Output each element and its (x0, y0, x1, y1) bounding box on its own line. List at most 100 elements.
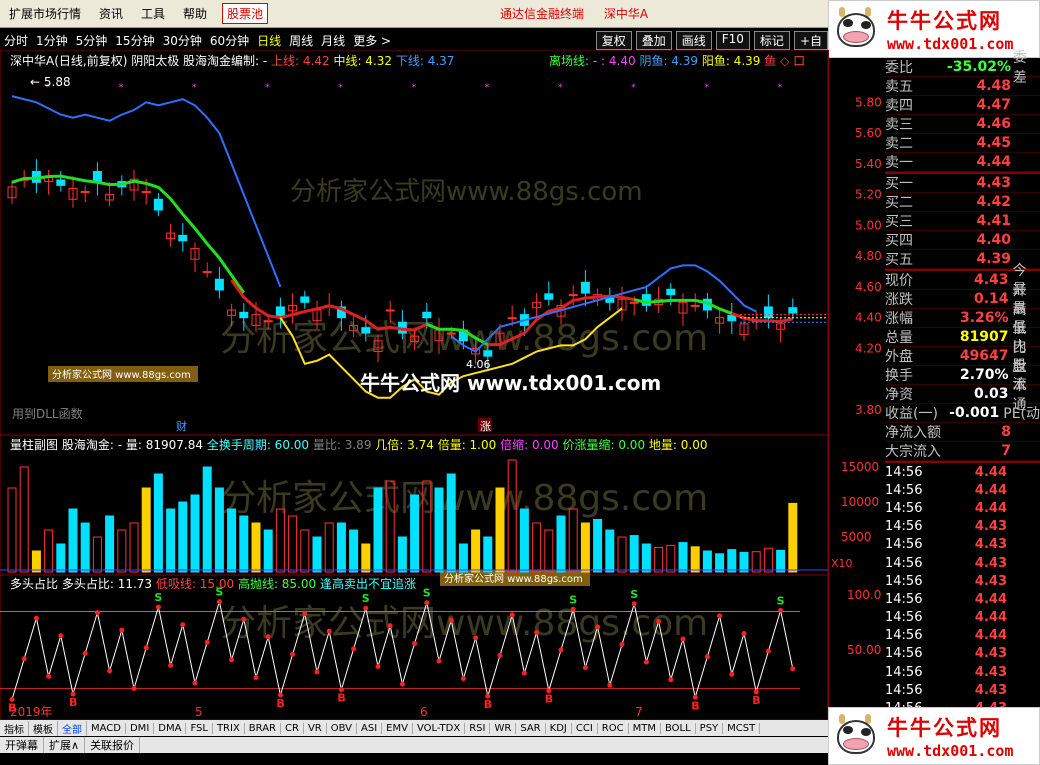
indicator-tab-4[interactable]: DMI (126, 722, 155, 734)
toolbar-button-5[interactable]: +自 (793, 30, 828, 50)
period-tab-2[interactable]: 5分钟 (72, 32, 112, 49)
indicator-tab-22[interactable]: BOLL (661, 722, 696, 734)
indicator-tab-10[interactable]: VR (304, 722, 327, 734)
volume-bar (44, 529, 54, 573)
trade-time: 14:56 (885, 646, 923, 662)
trade-price: 4.44 (974, 464, 1007, 480)
period-tab-8[interactable]: 月线 (317, 32, 349, 49)
indicator-tab-18[interactable]: KDJ (546, 722, 572, 734)
sell-marker: S (569, 593, 577, 606)
candle-body (629, 301, 639, 304)
stock-pool-button[interactable]: 股票池 (222, 3, 269, 24)
trade-row: 14:56 4.44 (885, 609, 1040, 627)
trade-row: 14:56 4.43 (885, 518, 1040, 536)
indicator-tab-14[interactable]: VOL-TDX (413, 722, 466, 734)
sell-marker: S (154, 591, 162, 604)
legend-middle: 中线: 4.32 (333, 54, 393, 68)
volume-bar (763, 547, 773, 573)
toolbar-button-0[interactable]: 复权 (595, 30, 632, 50)
legend-fish: 鱼 ◇ 口 (764, 54, 806, 68)
indicator-tab-16[interactable]: WR (490, 722, 517, 734)
watermark-text: 分析家公式网www.88gs.com (290, 177, 643, 207)
period-tab-1[interactable]: 1分钟 (32, 32, 72, 49)
indicator-tab-1[interactable]: 模板 (29, 720, 58, 736)
period-tab-0[interactable]: 分时 (0, 32, 32, 49)
osc-point (387, 623, 393, 629)
indicator-tab-24[interactable]: MCST (723, 722, 761, 734)
indicator-tab-8[interactable]: BRAR (245, 722, 281, 734)
menu-item-news[interactable]: 资讯 (90, 5, 132, 22)
volume-bar (202, 466, 212, 573)
osc-point (729, 671, 735, 677)
candle-body (568, 294, 578, 297)
menu-item-help[interactable]: 帮助 (174, 5, 216, 22)
indicator-tab-19[interactable]: CCI (572, 722, 598, 734)
volume-bar (141, 487, 151, 573)
indicator-tab-13[interactable]: EMV (382, 722, 413, 734)
indicator-tab-5[interactable]: DMA (154, 722, 187, 734)
menu-item-tools[interactable]: 工具 (132, 5, 174, 22)
osc-point (351, 646, 357, 652)
indicator-tab-12[interactable]: ASI (357, 722, 383, 734)
period-tab-4[interactable]: 30分钟 (159, 32, 206, 49)
candle-body (544, 293, 554, 300)
indicator-tab-6[interactable]: FSL (186, 722, 213, 734)
candle-body (56, 179, 66, 186)
bottom-tab-1[interactable]: 扩展∧ (44, 737, 86, 753)
indicator-tab-11[interactable]: OBV (327, 722, 357, 734)
indicator-tab-3[interactable]: MACD (87, 722, 126, 734)
indicator-tab-15[interactable]: RSI (465, 722, 491, 734)
period-tab-9[interactable]: 更多 > (349, 32, 395, 49)
volume-bar (56, 543, 66, 573)
indicator-tab-2[interactable]: 全部 (58, 720, 87, 736)
indicator-tab-7[interactable]: TRIX (213, 722, 245, 734)
legend-upper: 上线: 4.42 (271, 54, 330, 68)
bottom-tab-2[interactable]: 关联报价 (85, 737, 141, 753)
period-tab-5[interactable]: 60分钟 (206, 32, 253, 49)
trade-price: 4.43 (974, 537, 1007, 553)
toolbar-button-2[interactable]: 画线 (675, 30, 712, 50)
osc-point (399, 681, 405, 687)
volume-bar (593, 519, 603, 573)
indicator-tab-9[interactable]: CR (281, 722, 304, 734)
volume-bar (446, 473, 456, 573)
ask-row-5-label: 卖五 (885, 79, 913, 95)
candle-body (214, 278, 224, 291)
volume-bar (105, 515, 115, 573)
vol-jiazhang: 价涨量缩: 0.00 (562, 438, 646, 452)
osc-point (94, 610, 100, 616)
indicator-tab-23[interactable]: PSY (696, 722, 724, 734)
chart-area[interactable]: 分析家公式网www.88gs.com 分析家公式网www.88gs.com 分析家公… (0, 49, 829, 721)
sell-marker: S (423, 587, 431, 600)
indicator-tab-0[interactable]: 指标 (0, 720, 29, 736)
stat-row-4-value: 49647 (959, 348, 1009, 364)
toolbar-button-4[interactable]: 标记 (753, 30, 790, 50)
volume-legend: 量柱副图 股海淘金: - 量: 81907.84 全换手周期: 60.00 量比… (10, 436, 707, 453)
ask-row-2: 卖二 4.45 (885, 134, 1040, 153)
indicator-tab-17[interactable]: SAR (516, 722, 546, 734)
star-marker: * (119, 83, 124, 93)
volume-bar (373, 487, 383, 573)
period-tab-3[interactable]: 15分钟 (111, 32, 158, 49)
watermark-text: 分析家公式网www.88gs.com (220, 478, 708, 519)
toolbar-button-1[interactable]: 叠加 (635, 30, 672, 50)
indicator-tab-20[interactable]: ROC (598, 722, 629, 734)
period-tab-7[interactable]: 周线 (285, 32, 317, 49)
volume-bar (519, 508, 529, 573)
osc-point (631, 601, 637, 607)
menu-item-market[interactable]: 扩展市场行情 (0, 5, 90, 22)
buy-marker: B (276, 697, 284, 710)
stat-row-9-value: 7 (1001, 443, 1011, 459)
stat-row-7: 收益(一) -0.001 PE(动 (885, 404, 1040, 423)
weibi-label: 委比 (885, 60, 913, 76)
osc-point (229, 657, 235, 663)
volume-bar (751, 551, 761, 573)
toolbar-button-3[interactable]: F10 (715, 30, 750, 50)
kline-chart-svg[interactable]: 分析家公式网www.88gs.com 分析家公式网www.88gs.com 分析家公… (0, 49, 829, 721)
bottom-tab-0[interactable]: 开弹幕 (0, 737, 44, 753)
osc-panel-frame (0, 574, 829, 721)
period-tab-6[interactable]: 日线 (253, 32, 285, 49)
indicator-tab-21[interactable]: MTM (629, 722, 661, 734)
volume-bar (214, 487, 224, 573)
osc-point (717, 613, 723, 619)
